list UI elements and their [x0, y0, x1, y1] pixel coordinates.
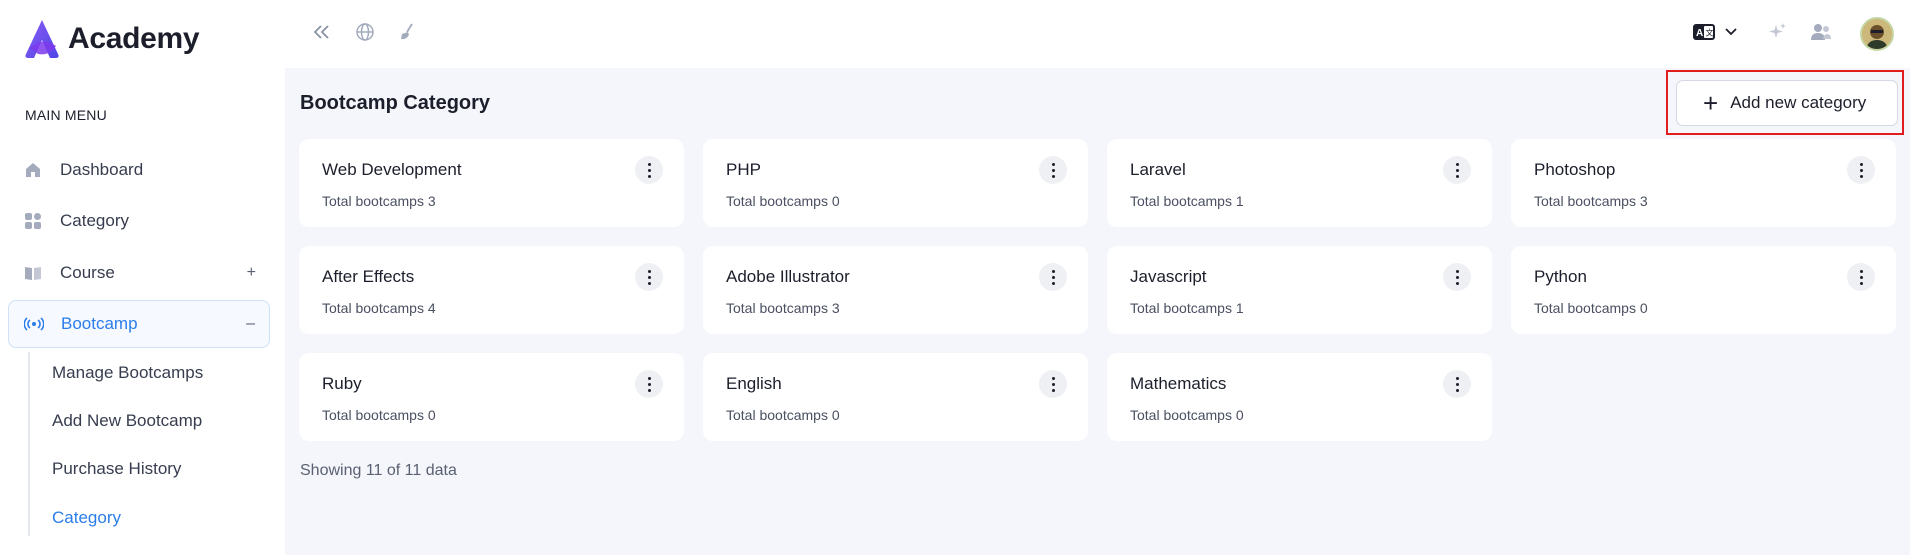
category-card[interactable]: Javascript Total bootcamps 1 [1107, 246, 1492, 334]
category-card[interactable]: Ruby Total bootcamps 0 [299, 353, 684, 441]
page-title: Bootcamp Category [300, 92, 491, 114]
card-title: Javascript [1130, 267, 1207, 286]
language-icon[interactable]: A 文 [1690, 20, 1718, 44]
category-card[interactable]: After Effects Total bootcamps 4 [299, 246, 684, 334]
category-card[interactable]: Photoshop Total bootcamps 3 [1511, 139, 1896, 227]
plus-icon: + [1703, 88, 1719, 118]
more-options-icon[interactable] [635, 156, 663, 184]
submenu-item-manage-bootcamps[interactable]: Manage Bootcamps [52, 363, 203, 383]
card-title: Adobe Illustrator [726, 267, 850, 286]
sidebar-item-category[interactable]: Category [8, 197, 270, 245]
category-card[interactable]: Mathematics Total bootcamps 0 [1107, 353, 1492, 441]
card-title: PHP [726, 160, 761, 179]
category-card[interactable]: Laravel Total bootcamps 1 [1107, 139, 1492, 227]
more-options-icon[interactable] [1039, 156, 1067, 184]
broadcast-icon [23, 313, 45, 335]
add-new-category-button[interactable]: + Add new category [1676, 80, 1898, 126]
sidebar: Academy MAIN MENU Dashboard Category Cou… [0, 0, 285, 555]
category-card[interactable]: PHP Total bootcamps 0 [703, 139, 1088, 227]
card-subtitle: Total bootcamps 0 [726, 193, 840, 209]
category-card[interactable]: Web Development Total bootcamps 3 [299, 139, 684, 227]
more-options-icon[interactable] [1443, 156, 1471, 184]
category-card[interactable]: Adobe Illustrator Total bootcamps 3 [703, 246, 1088, 334]
category-card[interactable]: English Total bootcamps 0 [703, 353, 1088, 441]
sidebar-item-bootcamp[interactable]: Bootcamp – [8, 300, 270, 348]
card-subtitle: Total bootcamps 0 [1534, 300, 1648, 316]
card-title: After Effects [322, 267, 415, 286]
sidebar-item-course[interactable]: Course + [8, 249, 270, 297]
top-header: A 文 [285, 0, 1910, 68]
card-subtitle: Total bootcamps 3 [1534, 193, 1648, 209]
card-subtitle: Total bootcamps 3 [322, 193, 436, 209]
card-subtitle: Total bootcamps 4 [322, 300, 436, 316]
more-options-icon[interactable] [1443, 370, 1471, 398]
card-title: Photoshop [1534, 160, 1616, 179]
main-menu-heading: MAIN MENU [25, 107, 107, 123]
avatar[interactable] [1860, 17, 1894, 51]
more-options-icon[interactable] [635, 263, 663, 291]
add-new-category-label: Add new category [1730, 93, 1867, 112]
chevron-down-icon[interactable] [1722, 20, 1740, 44]
more-options-icon[interactable] [1039, 263, 1067, 291]
card-title: Ruby [322, 374, 362, 393]
submenu-item-add-new-bootcamp[interactable]: Add New Bootcamp [52, 411, 202, 431]
card-title: Mathematics [1130, 374, 1227, 393]
more-options-icon[interactable] [1847, 156, 1875, 184]
more-options-icon[interactable] [1039, 370, 1067, 398]
app-logo[interactable]: Academy [20, 18, 200, 60]
more-options-icon[interactable] [1847, 263, 1875, 291]
more-options-icon[interactable] [635, 370, 663, 398]
sparkle-icon[interactable] [1766, 20, 1790, 44]
globe-icon[interactable] [353, 20, 377, 44]
svg-text:A: A [1696, 28, 1703, 39]
more-options-icon[interactable] [1443, 263, 1471, 291]
sidebar-item-dashboard[interactable]: Dashboard [8, 146, 270, 194]
card-subtitle: Total bootcamps 0 [322, 407, 436, 423]
card-title: English [726, 374, 782, 393]
collapse-sidebar-icon[interactable] [310, 20, 334, 44]
submenu-line [28, 352, 30, 536]
category-grid-icon [22, 210, 44, 232]
submenu-item-category[interactable]: Category [52, 508, 121, 528]
card-subtitle: Total bootcamps 1 [1130, 193, 1244, 209]
home-icon [22, 159, 44, 181]
category-card[interactable]: Python Total bootcamps 0 [1511, 246, 1896, 334]
users-icon[interactable] [1809, 20, 1833, 44]
card-subtitle: Total bootcamps 0 [1130, 407, 1244, 423]
submenu-item-purchase-history[interactable]: Purchase History [52, 459, 181, 479]
card-title: Python [1534, 267, 1587, 286]
clear-cache-icon[interactable] [396, 20, 420, 44]
sidebar-item-label: Category [60, 211, 129, 230]
app-name: Academy [68, 22, 200, 55]
svg-text:文: 文 [1706, 28, 1714, 38]
pagination-summary: Showing 11 of 11 data [300, 462, 457, 479]
card-subtitle: Total bootcamps 1 [1130, 300, 1244, 316]
card-title: Laravel [1130, 160, 1186, 179]
card-subtitle: Total bootcamps 3 [726, 300, 840, 316]
sidebar-item-label: Course [60, 263, 115, 282]
card-title: Web Development [322, 160, 462, 179]
collapse-icon[interactable]: – [246, 315, 255, 333]
expand-icon[interactable]: + [247, 264, 256, 282]
sidebar-item-label: Bootcamp [61, 314, 138, 333]
card-subtitle: Total bootcamps 0 [726, 407, 840, 423]
sidebar-item-label: Dashboard [60, 160, 144, 179]
book-icon [22, 262, 44, 284]
academy-logo-icon [25, 20, 59, 58]
